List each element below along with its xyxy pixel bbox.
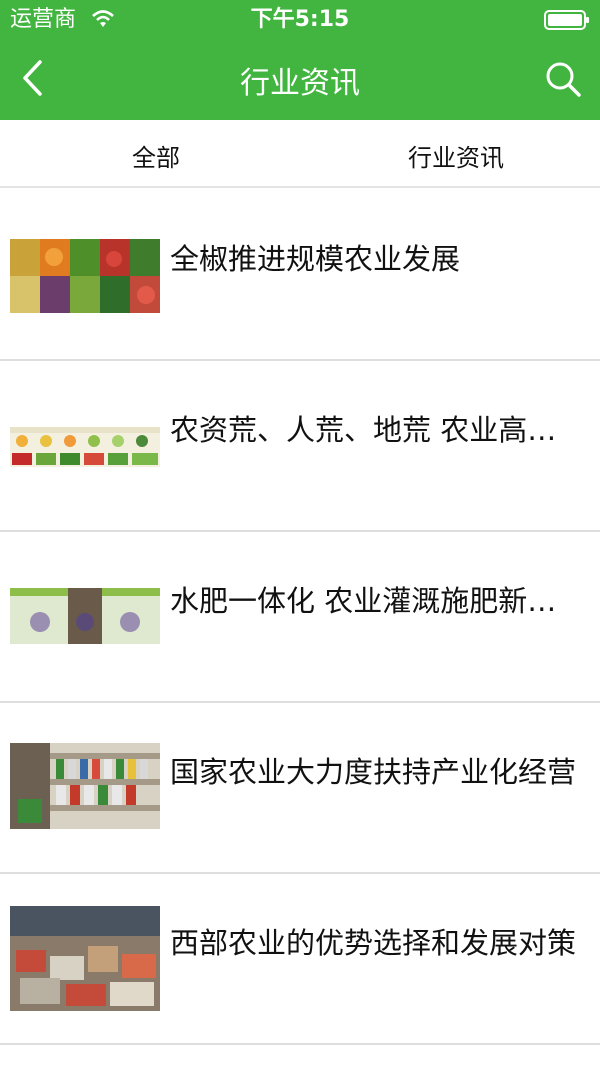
tab-all[interactable]: 全部 [6, 120, 306, 188]
article-title: 水肥一体化 农业灌溉施肥新… [170, 584, 557, 618]
list-item[interactable]: 全椒推进规模农业发展 [0, 190, 600, 361]
article-title: 国家农业大力度扶持产业化经营 [170, 755, 577, 789]
article-title: 全椒推进规模农业发展 [170, 242, 461, 276]
status-bar: 运营商 下午5:15 [0, 0, 600, 40]
category-tabs: 全部 行业资讯 [0, 120, 600, 188]
nav-bar: 行业资讯 [0, 40, 600, 120]
list-item[interactable]: 农资荒、人荒、地荒 农业高… [0, 361, 600, 532]
article-title: 西部农业的优势选择和发展对策 [170, 926, 577, 960]
list-item[interactable]: 西部农业的优势选择和发展对策 [0, 874, 600, 1045]
article-list: 全椒推进规模农业发展 农资荒、人荒、地荒 农业高… 水肥一体化 农业灌溉施肥新…… [0, 190, 600, 1045]
article-title: 农资荒、人荒、地荒 农业高… [170, 413, 557, 447]
battery-icon [544, 10, 589, 30]
search-icon[interactable] [544, 60, 582, 98]
list-item[interactable]: 国家农业大力度扶持产业化经营 [0, 703, 600, 874]
list-item[interactable]: 水肥一体化 农业灌溉施肥新… [0, 532, 600, 703]
article-thumbnail [10, 532, 160, 703]
article-thumbnail [10, 190, 160, 361]
article-thumbnail [10, 874, 160, 1045]
clock: 下午5:15 [250, 7, 350, 32]
app-header: 运营商 下午5:15 行业资讯 [0, 0, 600, 120]
article-thumbnail [10, 361, 160, 532]
article-thumbnail [10, 703, 160, 874]
tab-industry-news[interactable]: 行业资讯 [306, 120, 600, 188]
page-title: 行业资讯 [240, 66, 360, 101]
